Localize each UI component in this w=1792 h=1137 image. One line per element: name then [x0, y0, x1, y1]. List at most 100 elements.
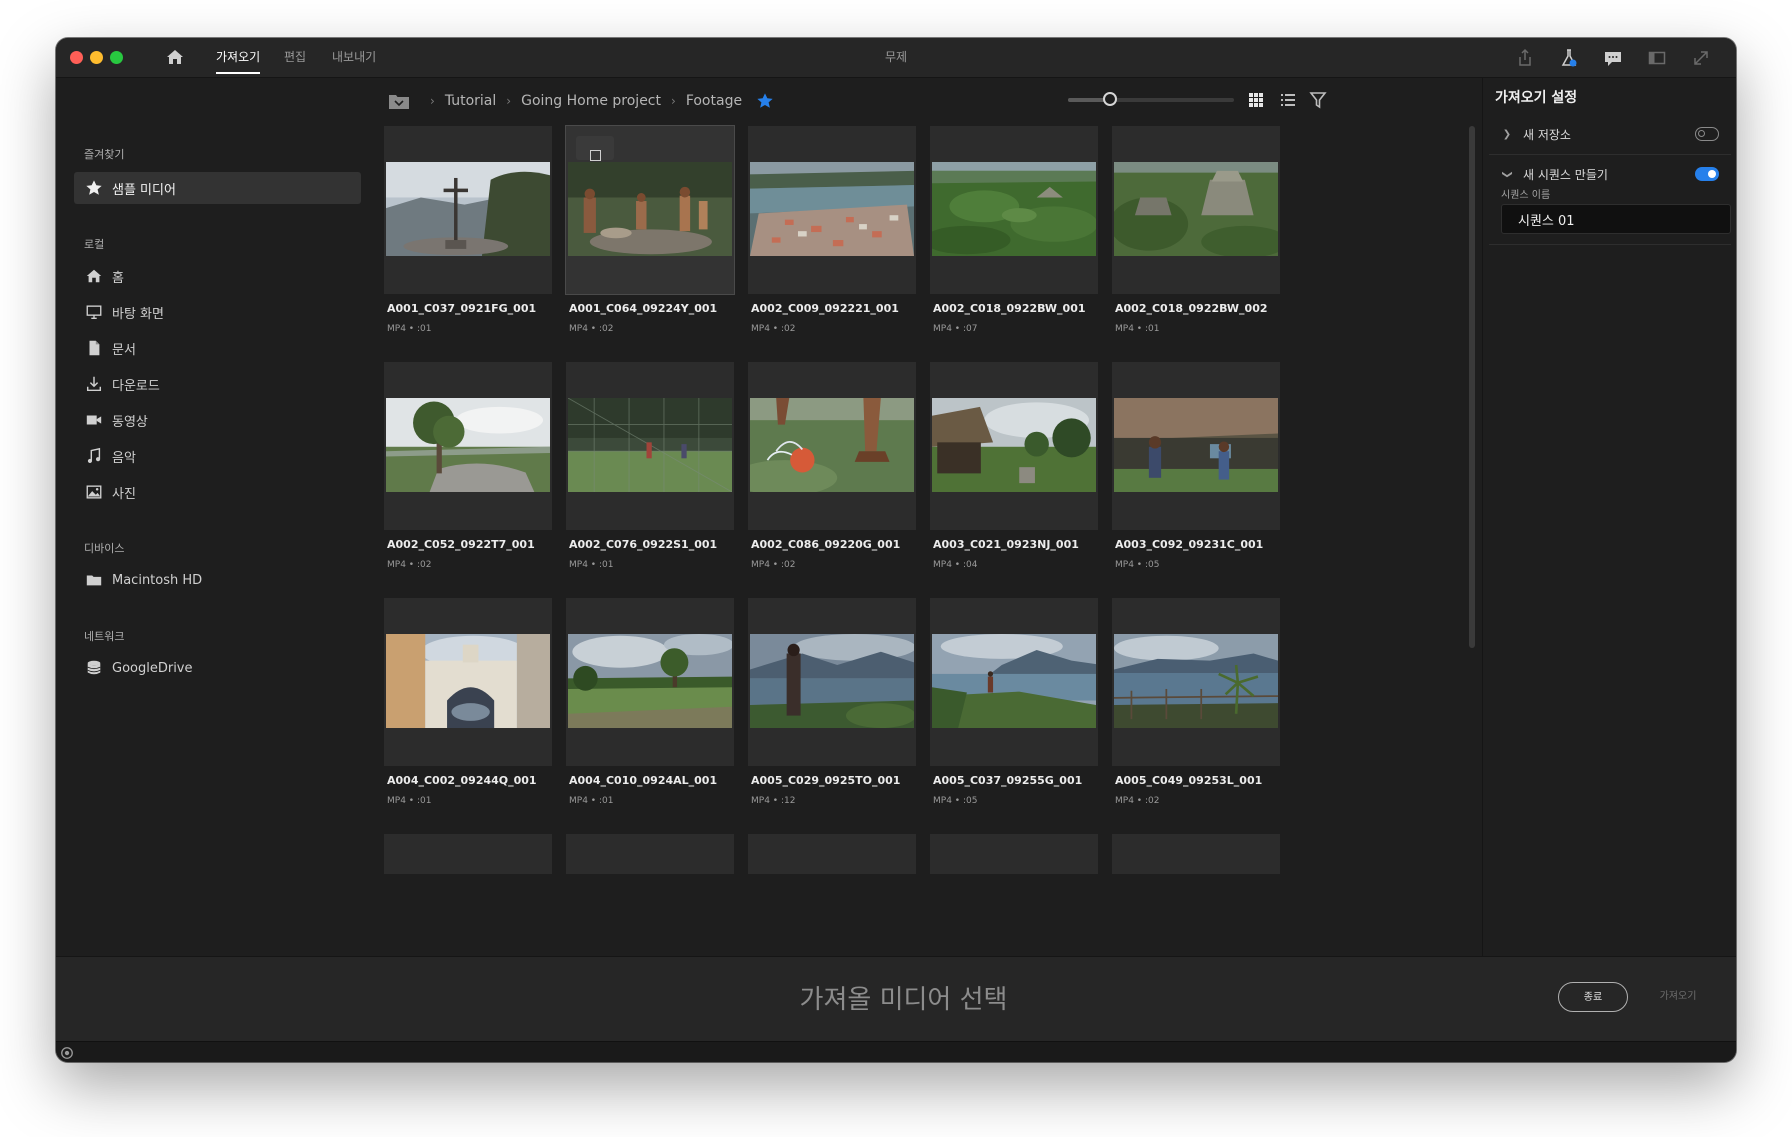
clip-card[interactable]: A002_C076_0922S1_001 MP4 • :01: [566, 362, 734, 602]
chevron-right-icon[interactable]: ❯: [1497, 129, 1517, 140]
clip-card[interactable]: A005_C029_0925TO_001 MP4 • :12: [748, 598, 916, 838]
browser-scrollbar[interactable]: [1469, 126, 1475, 648]
clip-card-partial[interactable]: [930, 834, 1098, 956]
clip-name: A002_C018_0922BW_001: [933, 302, 1086, 315]
clip-card[interactable]: A002_C086_09220G_001 MP4 • :02: [748, 362, 916, 602]
clip-tile[interactable]: [930, 362, 1098, 530]
clip-card[interactable]: A002_C018_0922BW_001 MP4 • :07: [930, 126, 1098, 366]
clip-card-partial[interactable]: [566, 834, 734, 956]
clip-tile[interactable]: [1112, 834, 1280, 874]
fullscreen-icon[interactable]: [1690, 47, 1712, 69]
sidebar-item-photos[interactable]: 사진: [74, 476, 361, 508]
clip-thumbnail: [1114, 398, 1278, 492]
panel-icon[interactable]: [1646, 47, 1668, 69]
close-window-button[interactable]: [70, 51, 83, 64]
clip-meta: MP4 • :02: [569, 324, 614, 334]
sidebar-item-label: GoogleDrive: [112, 660, 193, 676]
beaker-icon[interactable]: [1558, 47, 1580, 69]
new-bin-row[interactable]: ❯ 새 저장소: [1489, 116, 1731, 152]
breadcrumb-item[interactable]: Going Home project: [521, 93, 661, 109]
clip-card[interactable]: A004_C010_0924AL_001 MP4 • :01: [566, 598, 734, 838]
clip-card-partial[interactable]: [384, 834, 552, 956]
sidebar-item-label: 바탕 화면: [112, 306, 164, 322]
clip-card[interactable]: A003_C021_0923NJ_001 MP4 • :04: [930, 362, 1098, 602]
clip-card[interactable]: A001_C037_0921FG_001 MP4 • :01: [384, 126, 552, 366]
chat-icon[interactable]: [1602, 47, 1624, 69]
clip-thumbnail: [932, 162, 1096, 256]
title-bar: 가져오기 편집 내보내기 무제: [56, 38, 1736, 78]
clip-tile[interactable]: [384, 362, 552, 530]
minimize-window-button[interactable]: [90, 51, 103, 64]
creative-cloud-icon[interactable]: [60, 1045, 76, 1061]
clip-tile[interactable]: [930, 598, 1098, 766]
clip-thumbnail: [750, 398, 914, 492]
sidebar-item-googledrive[interactable]: GoogleDrive: [74, 652, 361, 684]
tab-import[interactable]: 가져오기: [216, 38, 261, 77]
clip-card[interactable]: A004_C002_09244Q_001 MP4 • :01: [384, 598, 552, 838]
clip-card[interactable]: A003_C092_09231C_001 MP4 • :05: [1112, 362, 1280, 602]
divider: [1489, 244, 1731, 245]
home-icon[interactable]: [164, 46, 186, 68]
clip-select-checkbox[interactable]: [590, 150, 601, 161]
import-settings-title: 가져오기 설정: [1495, 90, 1578, 106]
zoom-window-button[interactable]: [110, 51, 123, 64]
new-sequence-label: 새 시퀀스 만들기: [1523, 167, 1608, 182]
video-icon: [84, 410, 104, 430]
clip-tile[interactable]: [748, 834, 916, 874]
clip-tile[interactable]: [1112, 126, 1280, 294]
clip-tile[interactable]: [566, 834, 734, 874]
clip-tile[interactable]: [566, 598, 734, 766]
clip-card[interactable]: A005_C049_09253L_001 MP4 • :02: [1112, 598, 1280, 838]
clip-tile[interactable]: [748, 126, 916, 294]
clip-card[interactable]: A002_C052_0922T7_001 MP4 • :02: [384, 362, 552, 602]
clip-tile[interactable]: [565, 125, 735, 295]
breadcrumb-item[interactable]: Footage: [686, 93, 742, 109]
clip-tile[interactable]: [1112, 362, 1280, 530]
sidebar-item-label: 음악: [112, 450, 136, 466]
clip-card[interactable]: A005_C037_09255G_001 MP4 • :05: [930, 598, 1098, 838]
clip-card[interactable]: A002_C009_092221_001 MP4 • :02: [748, 126, 916, 366]
clip-card-partial[interactable]: [1112, 834, 1280, 956]
new-bin-toggle[interactable]: [1695, 127, 1719, 141]
sidebar-item-music[interactable]: 음악: [74, 440, 361, 472]
clip-card-partial[interactable]: [748, 834, 916, 956]
import-button[interactable]: 가져오기: [1648, 982, 1708, 1012]
tab-export[interactable]: 내보내기: [332, 38, 376, 77]
thumbnail-size-slider[interactable]: [1068, 92, 1234, 106]
clip-tile[interactable]: [1112, 598, 1280, 766]
clip-tile[interactable]: [748, 598, 916, 766]
tab-edit[interactable]: 편집: [284, 38, 306, 77]
clip-tile[interactable]: [930, 126, 1098, 294]
sequence-name-input[interactable]: [1501, 204, 1731, 234]
folder-browse-icon[interactable]: [388, 92, 410, 110]
clip-tile[interactable]: [384, 598, 552, 766]
sidebar-item-videos[interactable]: 동영상: [74, 404, 361, 436]
filter-icon[interactable]: [1308, 90, 1328, 110]
sidebar-item-documents[interactable]: 문서: [74, 332, 361, 364]
clip-tile[interactable]: [748, 362, 916, 530]
clip-tile[interactable]: [566, 362, 734, 530]
new-sequence-toggle[interactable]: [1695, 167, 1719, 181]
grid-view-icon[interactable]: [1246, 90, 1266, 110]
sidebar-item-macintosh-hd[interactable]: Macintosh HD: [74, 564, 361, 596]
clip-tile[interactable]: [384, 834, 552, 874]
star-icon: [84, 178, 104, 198]
clip-tile[interactable]: [930, 834, 1098, 874]
share-icon[interactable]: [1514, 47, 1536, 69]
folder-icon: [84, 570, 104, 590]
sidebar-item-desktop[interactable]: 바탕 화면: [74, 296, 361, 328]
local-heading: 로컬: [84, 238, 105, 251]
clip-card[interactable]: A001_C064_09224Y_001 MP4 • :02: [565, 125, 735, 366]
sidebar-item-home[interactable]: 홈: [74, 260, 361, 292]
slider-handle[interactable]: [1102, 92, 1117, 106]
breadcrumb-item[interactable]: Tutorial: [445, 93, 496, 109]
clip-tile[interactable]: [384, 126, 552, 294]
clip-thumbnail: [386, 162, 550, 256]
close-button[interactable]: 종료: [1558, 982, 1628, 1012]
sidebar-item-sample-media[interactable]: 샘플 미디어: [74, 172, 361, 204]
favorite-star-icon[interactable]: [756, 92, 774, 110]
clip-card[interactable]: A002_C018_0922BW_002 MP4 • :01: [1112, 126, 1280, 366]
sidebar-item-downloads[interactable]: 다운로드: [74, 368, 361, 400]
list-view-icon[interactable]: [1278, 90, 1298, 110]
chevron-down-icon[interactable]: ❯: [1502, 164, 1513, 184]
